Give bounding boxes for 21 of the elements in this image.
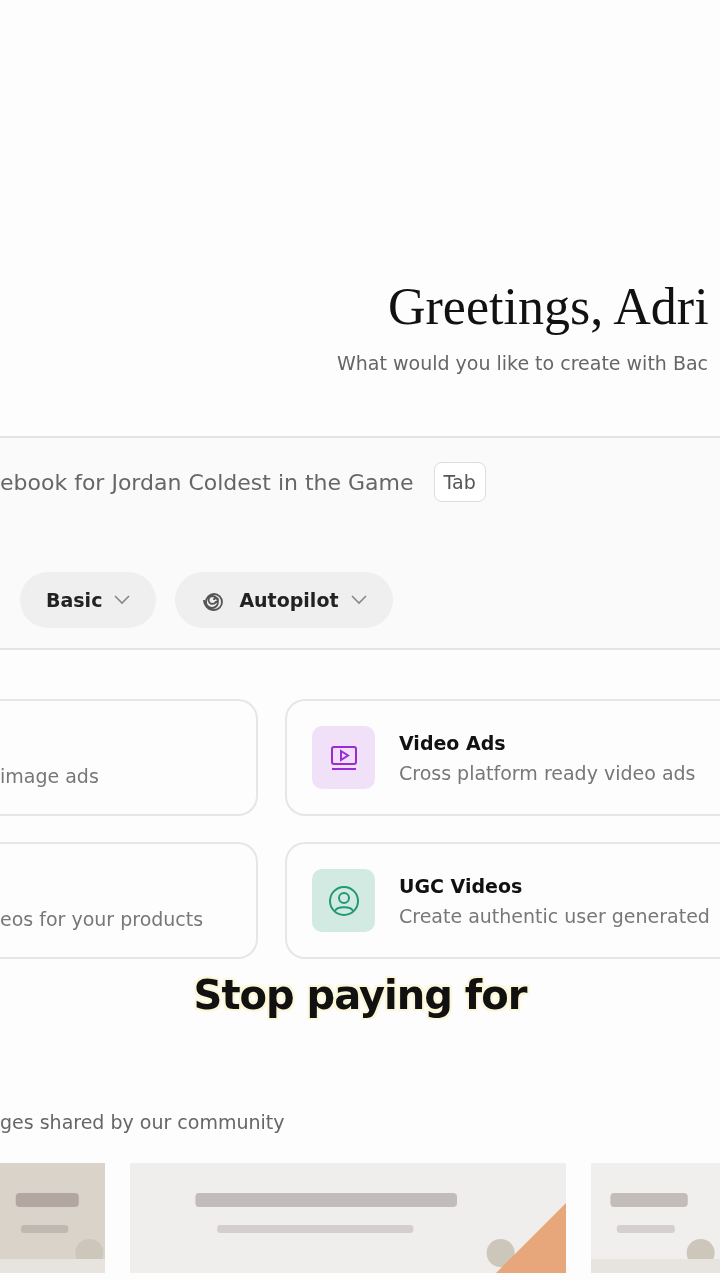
feature-card[interactable]: UGC Videos Create authentic user generated	[285, 842, 720, 959]
community-heading: ges shared by our community	[0, 1111, 286, 1133]
card-description: eos for your products	[0, 906, 204, 930]
card-description: Create authentic user generated	[399, 904, 710, 927]
option-dropdown[interactable]: Autopilot	[175, 572, 393, 628]
card-title: Video Ads	[399, 731, 507, 754]
tab-key-hint: Tab	[433, 462, 486, 502]
prompt-text: ebook for Jordan Coldest in the Game	[0, 469, 414, 495]
greeting-subtitle: What would you like to create with Bac	[336, 351, 710, 374]
card-description: Cross platform ready video ads	[399, 761, 696, 784]
card-description: image ads	[0, 763, 99, 787]
feature-card[interactable]: Video Ads Cross platform ready video ads	[285, 699, 720, 816]
greeting-title: Greetings, Adri	[387, 277, 710, 337]
feature-card[interactable]: image ads	[0, 699, 258, 816]
chevron-down-icon	[114, 595, 131, 605]
video-caption: Stop paying for	[192, 972, 529, 1018]
card-title: UGC Videos	[399, 874, 524, 897]
chevron-down-icon	[350, 595, 367, 605]
prompt-panel[interactable]: ebook for Jordan Coldest in the Game Tab Basic Autopilot	[0, 436, 720, 650]
option-dropdown[interactable]: Basic	[20, 572, 157, 628]
feature-card[interactable]: eos for your products	[0, 842, 258, 959]
